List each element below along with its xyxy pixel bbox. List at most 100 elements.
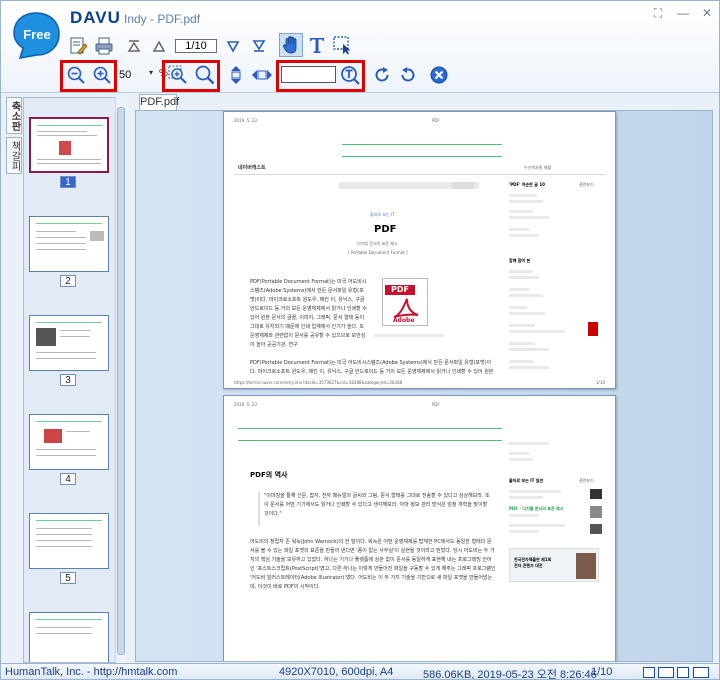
marquee-select-icon xyxy=(333,36,351,55)
continuous-view-icon[interactable] xyxy=(677,667,689,678)
thumbnail-page-5[interactable] xyxy=(29,513,109,569)
page2-side-heading: 출처로 보는 IT 일반 xyxy=(509,478,544,483)
app-logo: Free xyxy=(13,12,60,59)
fit-width-icon xyxy=(252,70,272,80)
toolbar-area: Free DAVU Indy - PDF.pdf ⛶ — ✕ 1/10 50 ▾… xyxy=(1,1,719,93)
next-page-icon xyxy=(226,41,240,53)
page1-side-heading2: 함께 참여 본 xyxy=(509,258,531,263)
page2-ad-text: 한국전자책출판 제1회 전자 콘텐츠 대전 xyxy=(514,557,552,568)
first-page-button[interactable] xyxy=(125,37,143,55)
thumbnail-panel: 1 2 3 4 5 xyxy=(23,97,127,663)
page-number-field[interactable]: 1/10 xyxy=(175,39,217,53)
close-icon[interactable]: ✕ xyxy=(698,5,716,21)
status-page: 1/10 xyxy=(591,666,613,678)
previous-page-button[interactable] xyxy=(150,37,168,55)
page2-side-item: PDF - 디지털 문서의 표준 제시 xyxy=(509,506,564,511)
thumbnail-label-1: 1 xyxy=(60,176,76,188)
page1-footer-page: 1/10 xyxy=(596,380,605,385)
thumbnail-page-3[interactable] xyxy=(29,315,109,371)
page1-subtitle-en: [ Portable Document Format ] xyxy=(348,250,408,255)
thumbnail-label-5: 5 xyxy=(60,572,76,584)
fit-height-button[interactable] xyxy=(226,64,246,86)
app-brand: DAVU xyxy=(70,8,121,27)
page2-side-more: 관련보기 xyxy=(579,478,594,483)
thumbnail-page-6[interactable] xyxy=(29,612,109,662)
rotate-clockwise-icon xyxy=(375,67,389,82)
edit-document-button[interactable] xyxy=(67,35,89,57)
page1-footer-url: https://terms.naver.com/entry.nhn?docId=… xyxy=(234,380,403,385)
page2-label: PDF xyxy=(432,402,440,407)
close-circle-icon xyxy=(430,66,448,84)
status-company: HumanTalk, Inc. - http://hmtalk.com xyxy=(5,666,178,678)
adobe-caption: Adobe xyxy=(393,317,415,324)
page1-nav: 두산백과홈 재활 xyxy=(524,165,552,170)
highlight-search xyxy=(276,60,365,92)
page1-sub: 출처로 보는 IT xyxy=(370,212,395,217)
tab-bookmarks[interactable]: 책갈피 xyxy=(6,137,22,174)
printer-icon xyxy=(95,37,113,55)
highlight-zoom-buttons xyxy=(60,60,117,92)
previous-page-icon xyxy=(152,40,166,52)
single-page-view-icon[interactable] xyxy=(643,667,655,678)
rotate-counterclockwise-icon xyxy=(401,67,415,82)
page1-title: PDF xyxy=(374,224,397,235)
page2-date: 2019. 5. 23 xyxy=(234,402,257,407)
thumbnail-label-2: 2 xyxy=(60,275,76,287)
zoom-level-field[interactable]: 50 xyxy=(119,67,151,83)
page1-label: PDF xyxy=(432,118,440,123)
thumbnail-page-4[interactable] xyxy=(29,414,109,470)
page1-brand: 네이버캐스트 xyxy=(238,165,266,171)
status-file-info: 586.06KB, 2019-05-23 오전 8:26:46 xyxy=(423,669,597,680)
window-title: Indy - PDF.pdf xyxy=(124,12,201,26)
close-document-button[interactable] xyxy=(428,64,450,86)
document-viewport[interactable]: 2019. 5. 23 PDF 네이버캐스트 두산백과홈 재활 출처로 보는 I… xyxy=(135,110,713,662)
print-button[interactable] xyxy=(93,35,115,57)
thumbnail-page-2[interactable] xyxy=(29,216,109,272)
hand-icon xyxy=(282,36,297,54)
fit-height-icon xyxy=(231,66,241,84)
two-page-view-icon[interactable] xyxy=(658,667,674,678)
page2-section-title: PDF의 역사 xyxy=(250,471,288,479)
zoom-dropdown-arrow[interactable]: ▾ xyxy=(149,68,153,77)
restore-icon[interactable]: ⛶ xyxy=(649,5,667,21)
page1-body-bottom: PDF(Portable Document Format)는 미국 어도비시스템… xyxy=(250,360,494,375)
minimize-icon[interactable]: — xyxy=(674,5,692,21)
page2-body: 어도비의 창립자 존 워녹(John Warnock)의 한 말이다. 워녹은 … xyxy=(250,539,496,590)
rotate-counterclockwise-button[interactable] xyxy=(397,64,419,86)
edit-document-icon xyxy=(70,37,88,55)
first-page-icon xyxy=(127,40,141,52)
pdf-file-icon-label: PDF xyxy=(385,285,415,295)
area-select-button[interactable] xyxy=(331,34,353,56)
hand-tool-button[interactable] xyxy=(279,33,303,57)
pdf-page-1: 2019. 5. 23 PDF 네이버캐스트 두산백과홈 재활 출처로 보는 I… xyxy=(223,111,616,389)
text-tool-icon xyxy=(310,38,324,53)
fullscreen-view-icon[interactable] xyxy=(693,667,709,678)
page1-date: 2019. 5. 23 xyxy=(234,118,257,123)
tab-thumbnails[interactable]: 축소판 xyxy=(6,97,22,134)
document-tab[interactable]: PDF.pdf xyxy=(139,94,179,110)
status-bar: HumanTalk, Inc. - http://hmtalk.com 4920… xyxy=(1,663,719,680)
highlight-zoom-tools xyxy=(162,60,220,92)
last-page-button[interactable] xyxy=(250,37,268,55)
page1-side-heading: 'PDF' 하순한 글 10 xyxy=(509,182,545,187)
pdf-file-icon: PDF Adobe xyxy=(382,278,428,326)
thumbnail-scroll-thumb[interactable] xyxy=(117,107,125,655)
thumbnail-label-4: 4 xyxy=(60,473,76,485)
thumbnail-page-1[interactable] xyxy=(29,117,109,173)
next-page-button[interactable] xyxy=(224,37,242,55)
rotate-clockwise-button[interactable] xyxy=(371,64,393,86)
side-tabs: 축소판 책갈피 xyxy=(6,97,22,175)
page2-ad-banner: 한국전자책출판 제1회 전자 콘텐츠 대전 xyxy=(509,548,599,582)
logo-text: Free xyxy=(23,27,50,42)
text-select-button[interactable] xyxy=(306,34,328,56)
thumbnail-label-3: 3 xyxy=(60,374,76,386)
pdf-page-2: 2019. 5. 23 PDF PDF의 역사 "이미징을 통해 신문, 잡지,… xyxy=(223,395,616,661)
app-window: Free DAVU Indy - PDF.pdf ⛶ — ✕ 1/10 50 ▾… xyxy=(0,0,720,680)
last-page-icon xyxy=(252,40,266,52)
fit-width-button[interactable] xyxy=(250,64,274,86)
page1-subtitle: 디지털 문서의 표준 제시 xyxy=(357,241,398,246)
page2-quote: "이미징을 통해 신문, 잡지, 전자 매뉴얼의 글씨와 그림, 문서 형태를 … xyxy=(264,493,490,517)
page1-body-left: PDF(Portable Document Format)는 미국 어도비시스템… xyxy=(250,279,367,348)
page1-side-more: 관련보기 xyxy=(579,182,594,187)
status-dimensions: 4920X7010, 600dpi, A4 xyxy=(279,666,394,678)
